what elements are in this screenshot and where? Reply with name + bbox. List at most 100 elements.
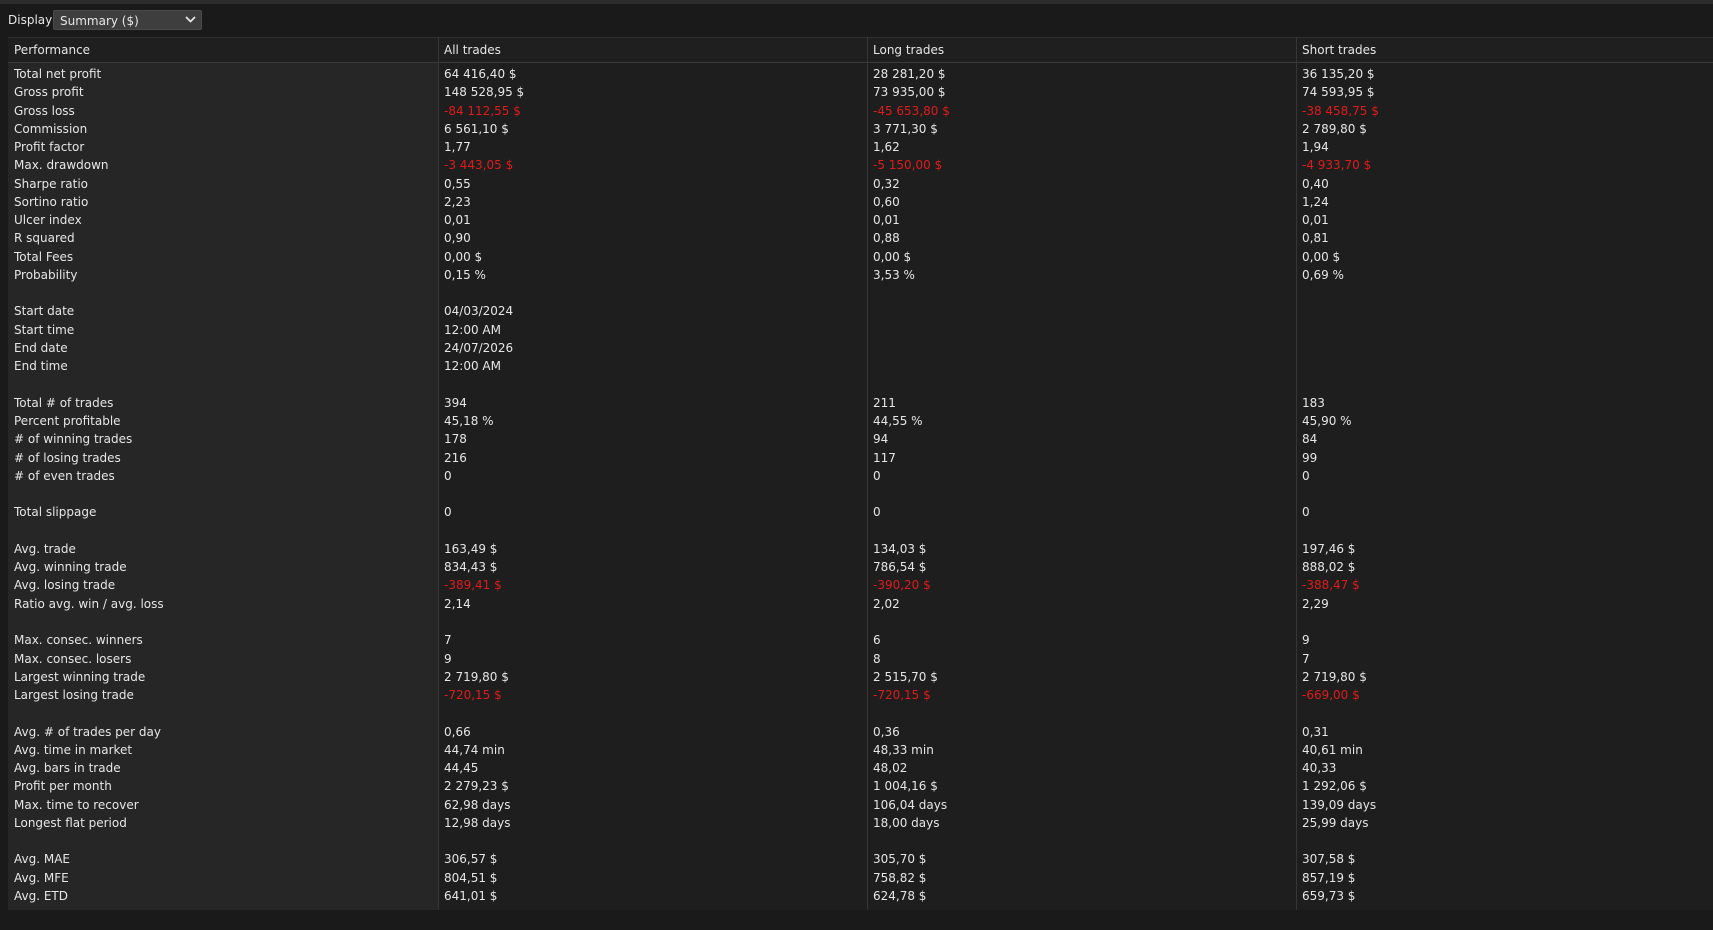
cell-long-trades	[867, 321, 1296, 339]
cell-long-trades: 48,02	[873, 761, 908, 776]
cell-long-trades: -5 150,00 $	[873, 158, 943, 173]
table-row: Start time 12:00 AM	[8, 321, 1713, 339]
row-label	[8, 704, 438, 722]
cell-short-trades: 197,46 $	[1302, 541, 1356, 556]
table-row: Max. drawdown -3 443,05 $ -5 150,00 $ -4 93…	[8, 156, 1713, 174]
cell-short-trades: 7	[1302, 651, 1310, 666]
cell-short-trades	[1296, 321, 1713, 339]
cell-short-trades: 0,69 %	[1302, 267, 1344, 282]
cell-long-trades	[867, 485, 1296, 503]
table-row: Gross profit 148 528,95 $ 73 935,00 $ 74 59…	[8, 83, 1713, 101]
cell-all-trades: 163,49 $	[444, 541, 498, 556]
cell-long-trades: 28 281,20 $	[873, 67, 946, 81]
row-label: Max. drawdown	[14, 158, 109, 173]
cell-short-trades: 45,90 %	[1302, 414, 1352, 429]
cell-all-trades: 12,98 days	[444, 815, 511, 830]
cell-short-trades: 1 292,06 $	[1302, 779, 1367, 794]
cell-long-trades: -45 653,80 $	[873, 103, 950, 118]
cell-long-trades: 48,33 min	[873, 742, 934, 757]
table-row: End time 12:00 AM	[8, 357, 1713, 375]
table-row: Avg. MAE 306,57 $ 305,70 $ 307,58 $	[8, 850, 1713, 868]
bottom-bar	[0, 910, 1713, 930]
cell-all-trades: 44,74 min	[444, 742, 505, 757]
cell-short-trades: 2,29	[1302, 596, 1329, 611]
table-row: Avg. ETD 641,01 $ 624,78 $ 659,73 $	[8, 887, 1713, 905]
table-row: Commission 6 561,10 $ 3 771,30 $ 2 789,80 $	[8, 120, 1713, 138]
cell-all-trades: 04/03/2024	[444, 304, 514, 319]
cell-all-trades: 306,57 $	[444, 852, 498, 867]
row-label: Max. consec. winners	[14, 633, 143, 648]
cell-short-trades: 2 719,80 $	[1302, 669, 1367, 684]
display-select[interactable]: Summary ($)	[53, 10, 202, 30]
cell-short-trades: 74 593,95 $	[1302, 85, 1375, 100]
spacer-row	[8, 485, 1713, 503]
cell-long-trades: 211	[873, 395, 896, 410]
cell-all-trades: 0	[444, 468, 452, 483]
row-label: Probability	[14, 267, 78, 282]
cell-short-trades: 84	[1302, 432, 1318, 447]
cell-all-trades: 0,66	[444, 724, 471, 739]
cell-long-trades	[867, 357, 1296, 375]
cell-short-trades: -4 933,70 $	[1302, 158, 1372, 173]
row-label: Ulcer index	[14, 213, 82, 228]
cell-short-trades	[1296, 832, 1713, 850]
row-label: Start time	[14, 322, 75, 337]
spacer-row	[8, 832, 1713, 850]
spacer-row	[8, 284, 1713, 302]
header-short-trades[interactable]: Short trades	[1296, 38, 1713, 63]
spacer-row	[8, 704, 1713, 722]
cell-all-trades: 64 416,40 $	[444, 67, 517, 81]
cell-long-trades: 94	[873, 432, 889, 447]
cell-all-trades: 641,01 $	[444, 888, 498, 903]
row-label	[8, 522, 438, 540]
header-performance[interactable]: Performance	[8, 38, 438, 63]
cell-long-trades	[867, 704, 1296, 722]
cell-all-trades: -3 443,05 $	[444, 158, 514, 173]
cell-all-trades: 44,45	[444, 761, 479, 776]
cell-all-trades: 45,18 %	[444, 414, 494, 429]
cell-short-trades: 0,81	[1302, 231, 1329, 246]
cell-long-trades	[867, 522, 1296, 540]
row-label: Longest flat period	[14, 815, 127, 830]
header-long-trades[interactable]: Long trades	[867, 38, 1296, 63]
row-label	[8, 376, 438, 394]
cell-long-trades: 624,78 $	[873, 888, 927, 903]
table-row: R squared 0,90 0,88 0,81	[8, 229, 1713, 247]
header-all-trades[interactable]: All trades	[438, 38, 867, 63]
row-label	[8, 832, 438, 850]
cell-long-trades: 6	[873, 633, 881, 648]
cell-short-trades: 40,61 min	[1302, 742, 1363, 757]
row-label: Profit per month	[14, 779, 112, 794]
table-row: # of even trades 0 0 0	[8, 467, 1713, 485]
row-label: Profit factor	[14, 140, 85, 155]
row-label: Start date	[14, 304, 75, 319]
table-row: Total net profit 64 416,40 $ 28 281,20 $ 36…	[8, 65, 1713, 83]
cell-long-trades: 758,82 $	[873, 870, 927, 885]
row-label: Avg. winning trade	[14, 560, 127, 575]
cell-short-trades: 40,33	[1302, 761, 1337, 776]
cell-all-trades: 1,77	[444, 140, 471, 155]
row-label: # of losing trades	[14, 450, 121, 465]
cell-short-trades: -388,47 $	[1302, 578, 1360, 593]
cell-short-trades: 183	[1302, 395, 1325, 410]
spacer-row	[8, 522, 1713, 540]
cell-long-trades: 0,32	[873, 176, 900, 191]
row-label: R squared	[14, 231, 75, 246]
cell-all-trades: 2 719,80 $	[444, 669, 509, 684]
cell-all-trades: 6 561,10 $	[444, 121, 509, 136]
row-label: Total # of trades	[14, 395, 114, 410]
cell-all-trades: 0,55	[444, 176, 471, 191]
row-label: Avg. # of trades per day	[14, 724, 161, 739]
row-label	[8, 613, 438, 631]
spacer-row	[8, 376, 1713, 394]
table-row: Avg. time in market 44,74 min 48,33 min 40,…	[8, 741, 1713, 759]
cell-all-trades	[438, 613, 867, 631]
cell-short-trades: 99	[1302, 450, 1318, 465]
cell-all-trades	[438, 832, 867, 850]
cell-short-trades: 36 135,20 $	[1302, 67, 1375, 81]
cell-short-trades: 0,31	[1302, 724, 1329, 739]
row-label: Max. consec. losers	[14, 651, 132, 666]
cell-short-trades: 307,58 $	[1302, 852, 1356, 867]
cell-all-trades: 394	[444, 395, 467, 410]
cell-short-trades	[1296, 485, 1713, 503]
